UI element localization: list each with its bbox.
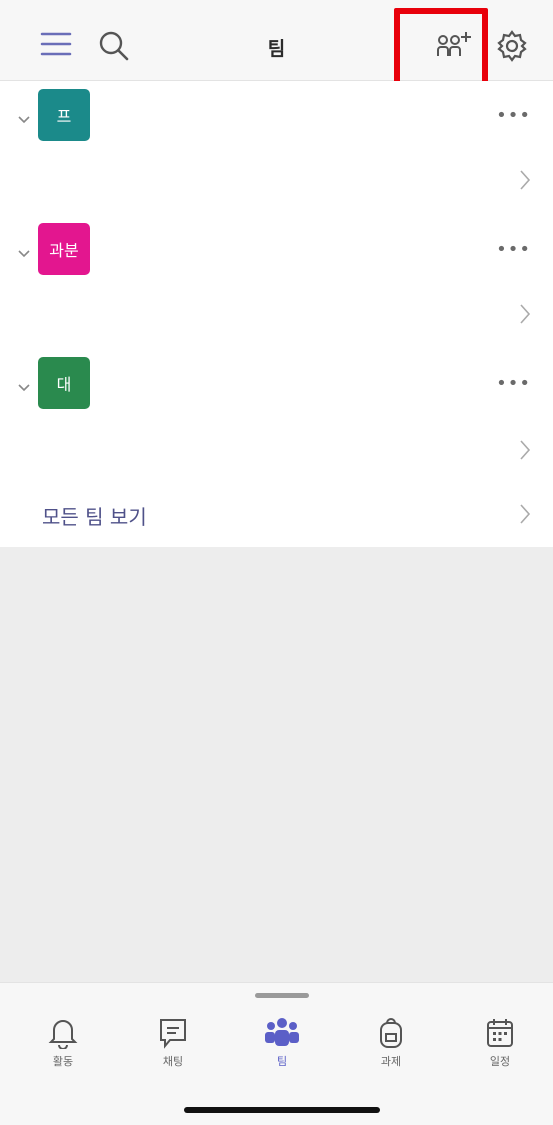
- team-item[interactable]: 대 •••: [0, 357, 553, 417]
- tab-activity[interactable]: 활동: [28, 1017, 98, 1069]
- team-avatar: 프: [38, 89, 90, 141]
- chevron-down-icon[interactable]: [18, 109, 30, 128]
- team-channel-row[interactable]: [0, 433, 553, 473]
- more-options-icon[interactable]: •••: [496, 373, 531, 394]
- see-all-row[interactable]: [0, 497, 553, 537]
- tab-label: 활동: [52, 1055, 74, 1068]
- chevron-right-icon: [519, 169, 531, 195]
- bottom-tab-bar: 활동 채팅 팀 과제 일정: [0, 982, 553, 1125]
- teams-icon: [265, 1018, 299, 1046]
- team-item[interactable]: 프 •••: [0, 89, 553, 149]
- tab-label: 일정: [489, 1055, 511, 1068]
- tab-label: 팀: [276, 1055, 288, 1068]
- tab-chat[interactable]: 채팅: [138, 1017, 208, 1069]
- app-header: 팀: [0, 0, 553, 88]
- backpack-icon: [380, 1018, 402, 1048]
- settings-gear-icon[interactable]: [496, 30, 528, 66]
- more-options-icon[interactable]: •••: [496, 239, 531, 260]
- team-channel-row[interactable]: [0, 297, 553, 337]
- more-options-icon[interactable]: •••: [496, 105, 531, 126]
- chevron-down-icon[interactable]: [18, 377, 30, 396]
- tab-assignments[interactable]: 과제: [356, 1017, 426, 1069]
- chevron-down-icon[interactable]: [18, 243, 30, 262]
- calendar-icon: [487, 1019, 513, 1047]
- team-avatar: 대: [38, 357, 90, 409]
- chat-icon: [160, 1019, 186, 1049]
- tab-label: 채팅: [162, 1055, 184, 1068]
- team-list: 프 ••• 과분 ••• 대 ••• 모든 팀 보기: [0, 81, 553, 547]
- tab-teams[interactable]: 팀: [247, 1017, 317, 1069]
- team-channel-row[interactable]: [0, 163, 553, 203]
- tab-label: 과제: [380, 1055, 402, 1068]
- highlight-box: [394, 8, 488, 88]
- chevron-right-icon: [519, 439, 531, 465]
- team-avatar: 과분: [38, 223, 90, 275]
- tab-calendar[interactable]: 일정: [465, 1017, 535, 1069]
- home-indicator: [184, 1107, 380, 1113]
- drag-handle[interactable]: [255, 993, 309, 998]
- team-item[interactable]: 과분 •••: [0, 223, 553, 283]
- bell-icon: [48, 1020, 78, 1049]
- chevron-right-icon: [519, 503, 531, 529]
- chevron-right-icon: [519, 303, 531, 329]
